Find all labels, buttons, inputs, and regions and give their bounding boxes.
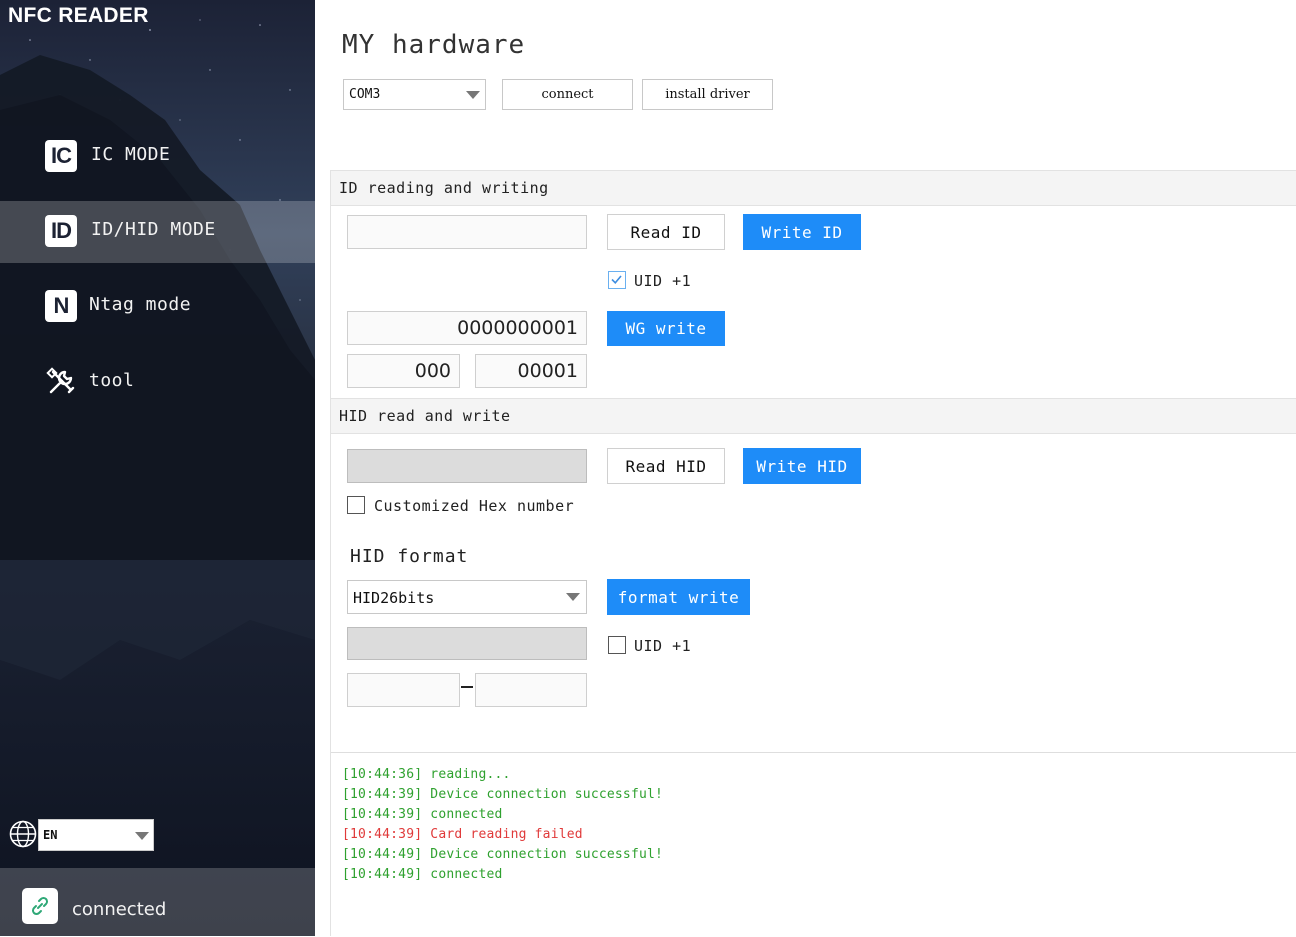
section-title: HID read and write — [339, 407, 511, 425]
log-line: [10:44:39] Device connection successful! — [342, 787, 663, 802]
link-icon — [22, 888, 58, 924]
wg-write-button[interactable]: WG write — [607, 311, 725, 346]
hid-format-title: HID format — [350, 546, 469, 567]
log-message: Device connection successful! — [430, 787, 664, 802]
log-timestamp: [10:44:39] — [342, 807, 431, 822]
port-select[interactable]: COM3 — [343, 79, 486, 110]
check-icon — [611, 275, 622, 284]
chevron-down-icon — [135, 832, 149, 840]
log-message: Device connection successful! — [430, 847, 664, 862]
hid-input[interactable] — [347, 449, 587, 483]
uid-plus-one-label: UID +1 — [634, 272, 692, 290]
log-line: [10:44:49] Device connection successful! — [342, 847, 663, 862]
log-message: reading... — [430, 767, 511, 782]
hid-format-select[interactable]: HID26bits — [347, 580, 587, 614]
write-id-button[interactable]: Write ID — [743, 214, 861, 250]
custom-hex-checkbox[interactable] — [347, 496, 365, 514]
port-value: COM3 — [349, 87, 381, 102]
status-label: connected — [72, 899, 167, 920]
custom-hex-label: Customized Hex number — [374, 497, 575, 515]
uid-plus-one-checkbox[interactable] — [608, 271, 626, 289]
log-line: [10:44:36] reading... — [342, 767, 511, 782]
sidebar-item-label: Ntag mode — [89, 294, 192, 315]
chevron-down-icon — [566, 593, 580, 601]
facility-code-input[interactable]: 000 — [347, 354, 460, 388]
hid-format-value: HID26bits — [353, 589, 435, 607]
sidebar-item-id-hid-mode[interactable]: ID ID/HID MODE — [0, 201, 315, 263]
tools-icon — [45, 366, 77, 398]
chevron-down-icon — [466, 91, 480, 99]
section-title: ID reading and writing — [339, 179, 549, 197]
sidebar-item-label: IC MODE — [91, 144, 171, 165]
log-panel[interactable]: [10:44:36] reading... [10:44:39] Device c… — [331, 752, 1296, 937]
ic-icon: IC — [45, 140, 77, 172]
log-message: connected — [430, 867, 503, 882]
log-timestamp: [10:44:39] — [342, 827, 431, 842]
connection-status: connected — [0, 868, 315, 936]
install-driver-button[interactable]: install driver — [642, 79, 773, 110]
card-number-input[interactable]: 00001 — [475, 354, 587, 388]
language-select[interactable]: EN — [38, 819, 154, 851]
language-value: EN — [43, 828, 58, 842]
range-from-input[interactable] — [347, 673, 460, 707]
log-timestamp: [10:44:49] — [342, 847, 431, 862]
sidebar: NFC READER IC IC MODE ID ID/HID MODE N N… — [0, 0, 315, 936]
connect-button[interactable]: connect — [502, 79, 633, 110]
hid-uid-plus-one-checkbox[interactable] — [608, 636, 626, 654]
write-hid-button[interactable]: Write HID — [743, 448, 861, 484]
app-title: NFC READER — [8, 4, 149, 27]
log-timestamp: [10:44:49] — [342, 867, 431, 882]
id-section-header: ID reading and writing — [331, 170, 1296, 206]
page-title: MY hardware — [342, 30, 526, 60]
log-line: [10:44:39] Card reading failed — [342, 827, 583, 842]
log-timestamp: [10:44:36] — [342, 767, 431, 782]
format-input[interactable] — [347, 627, 587, 660]
log-line: [10:44:39] connected — [342, 807, 503, 822]
sidebar-item-tool[interactable]: tool — [0, 352, 315, 414]
id-input[interactable] — [347, 215, 587, 249]
range-separator — [461, 686, 473, 688]
hid-section-header: HID read and write — [331, 398, 1296, 434]
log-line: [10:44:49] connected — [342, 867, 503, 882]
sidebar-item-ic-mode[interactable]: IC IC MODE — [0, 126, 315, 188]
sidebar-item-label: tool — [89, 370, 135, 391]
range-to-input[interactable] — [475, 673, 587, 707]
n-icon: N — [45, 290, 77, 322]
log-message: Card reading failed — [430, 827, 583, 842]
sidebar-item-label: ID/HID MODE — [91, 219, 216, 240]
format-write-button[interactable]: format write — [607, 579, 750, 615]
hid-uid-plus-one-label: UID +1 — [634, 637, 692, 655]
read-id-button[interactable]: Read ID — [607, 214, 725, 250]
main-panel: MY hardware COM3 connect install driver … — [315, 0, 1296, 937]
sidebar-item-ntag-mode[interactable]: N Ntag mode — [0, 276, 315, 338]
wg-number-input[interactable]: 0000000001 — [347, 311, 587, 345]
read-hid-button[interactable]: Read HID — [607, 448, 725, 484]
log-timestamp: [10:44:39] — [342, 787, 431, 802]
log-message: connected — [430, 807, 503, 822]
id-icon: ID — [45, 215, 77, 247]
globe-icon — [9, 820, 37, 848]
